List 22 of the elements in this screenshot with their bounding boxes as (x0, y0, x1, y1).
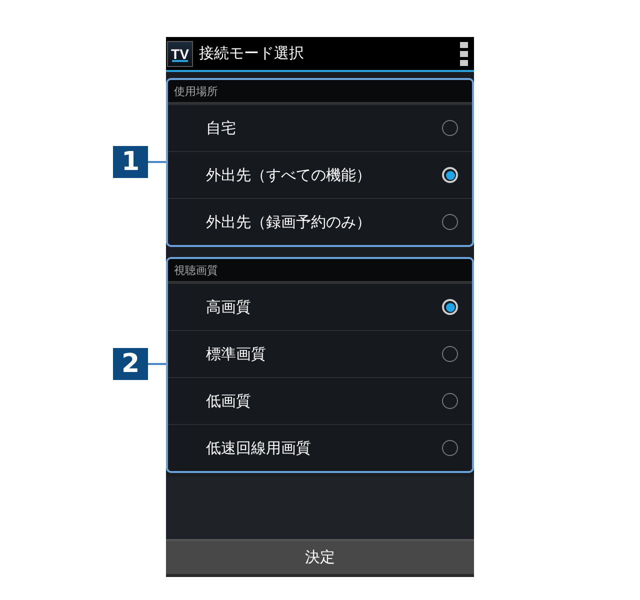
option-label[interactable]: 低速回線用画質 (206, 438, 442, 458)
radio-button[interactable] (442, 299, 458, 315)
radio-button[interactable] (442, 214, 458, 230)
option-label[interactable]: 標準画質 (206, 344, 442, 364)
window-title: 接続モード選択 (199, 44, 305, 63)
radio-button[interactable] (442, 440, 458, 456)
option-label[interactable]: 自宅 (206, 118, 442, 138)
section-heading: 視聴画質 (168, 259, 472, 283)
app-logo: TV (167, 40, 193, 66)
radio-button[interactable] (442, 167, 458, 183)
option-label[interactable]: 低画質 (206, 392, 442, 410)
section-heading: 使用場所 (168, 80, 472, 104)
callout-number: 1 (113, 146, 148, 178)
menu-icon[interactable] (460, 42, 468, 66)
option-label[interactable]: 外出先（すべての機能） (206, 166, 442, 184)
option-label[interactable]: 高画質 (206, 298, 442, 316)
radio-button[interactable] (442, 393, 458, 409)
callout-number: 2 (113, 348, 148, 380)
radio-button[interactable] (442, 346, 458, 362)
option-label[interactable]: 外出先（録画予約のみ） (206, 212, 442, 232)
confirm-button[interactable]: 決定 (166, 539, 474, 577)
radio-button[interactable] (442, 120, 458, 136)
